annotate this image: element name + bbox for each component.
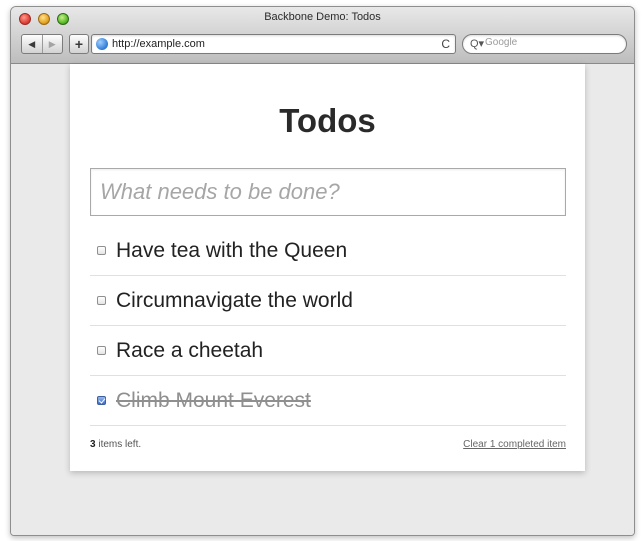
search-input[interactable]	[485, 37, 615, 48]
todo-checkbox-checked[interactable]	[97, 396, 106, 405]
title-bar: Backbone Demo: Todos ◀ ▶ + http://exampl…	[11, 7, 634, 64]
todo-app: Todos Have tea with the Queen Circumnavi…	[70, 64, 585, 471]
clear-completed-link[interactable]: Clear 1 completed item	[463, 439, 566, 450]
forward-arrow-icon: ▶	[48, 38, 56, 49]
todo-checkbox[interactable]	[97, 296, 106, 305]
items-left-count: 3 items left.	[90, 439, 141, 450]
forward-button[interactable]: ▶	[41, 35, 63, 53]
todo-item: Climb Mount Everest	[90, 376, 566, 426]
todo-checkbox[interactable]	[97, 246, 106, 255]
search-icon: Q▾	[470, 38, 485, 50]
todo-text[interactable]: Climb Mount Everest	[116, 389, 311, 413]
browser-window: Backbone Demo: Todos ◀ ▶ + http://exampl…	[10, 6, 635, 536]
search-field[interactable]: Q▾	[462, 34, 627, 54]
page-viewport: Todos Have tea with the Queen Circumnavi…	[11, 64, 634, 535]
page-title: Todos	[279, 102, 376, 139]
reload-icon[interactable]: C	[441, 37, 450, 51]
back-forward-buttons: ◀ ▶	[21, 34, 63, 54]
new-todo-input[interactable]	[90, 168, 566, 216]
todo-text[interactable]: Race a cheetah	[116, 339, 263, 363]
address-bar[interactable]: http://example.com C	[91, 34, 456, 54]
todo-item: Race a cheetah	[90, 326, 566, 376]
globe-icon	[96, 38, 108, 50]
todo-item: Circumnavigate the world	[90, 276, 566, 326]
url-text: http://example.com	[112, 38, 205, 50]
plus-icon: +	[74, 36, 84, 52]
todo-item: Have tea with the Queen	[90, 226, 566, 276]
todo-text[interactable]: Circumnavigate the world	[116, 289, 353, 313]
todo-checkbox[interactable]	[97, 346, 106, 355]
todo-list: Have tea with the Queen Circumnavigate t…	[90, 226, 566, 426]
todo-text[interactable]: Have tea with the Queen	[116, 239, 347, 263]
back-button[interactable]: ◀	[22, 35, 42, 53]
back-arrow-icon: ◀	[28, 38, 36, 49]
add-bookmark-button[interactable]: +	[69, 34, 89, 54]
items-left-label: items left.	[95, 439, 142, 450]
window-title: Backbone Demo: Todos	[264, 11, 381, 23]
